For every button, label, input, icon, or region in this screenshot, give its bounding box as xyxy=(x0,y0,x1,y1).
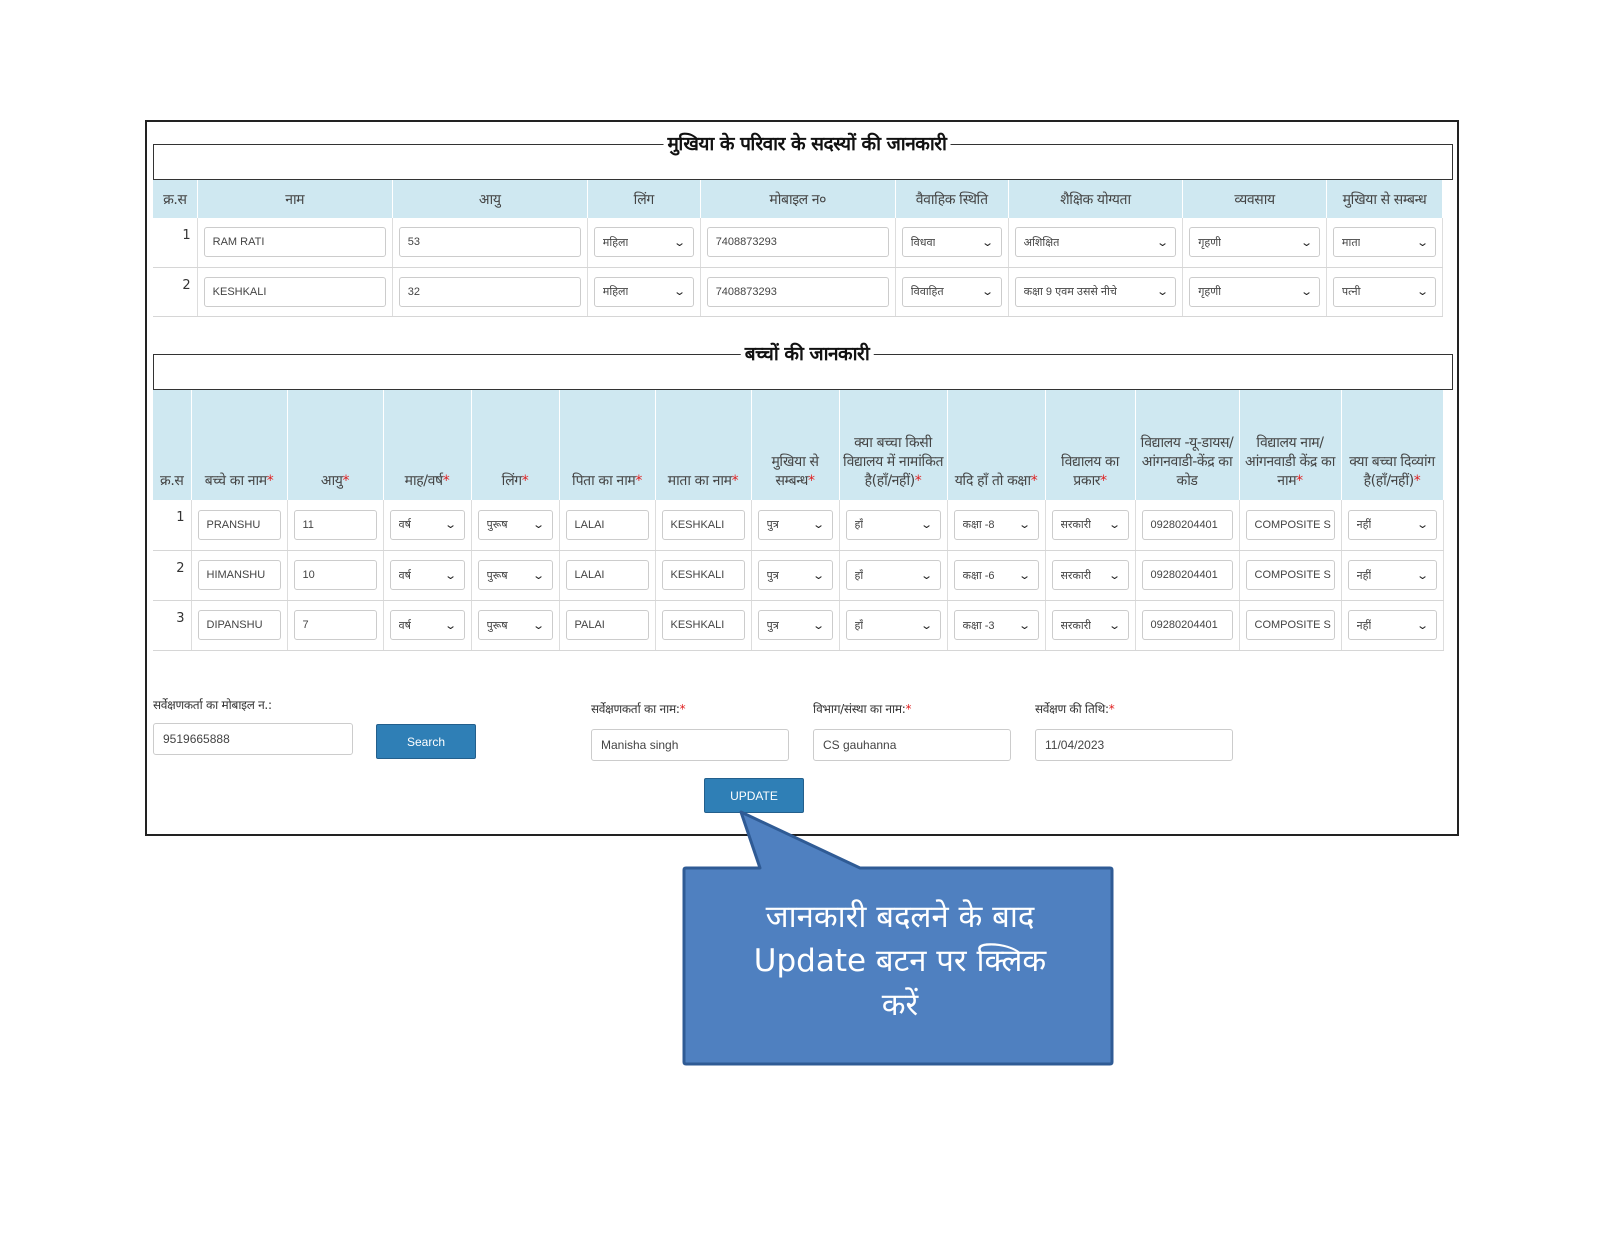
callout-line-3: करें xyxy=(881,987,919,1023)
callout-text: जानकारी बदलने के बाद Update बटन पर क्लिक… xyxy=(700,895,1100,1027)
callout-bubble xyxy=(682,810,1114,1066)
callout-line-1: जानकारी बदलने के बाद xyxy=(765,899,1035,935)
callout-line-2: Update बटन पर क्लिक xyxy=(753,943,1047,979)
